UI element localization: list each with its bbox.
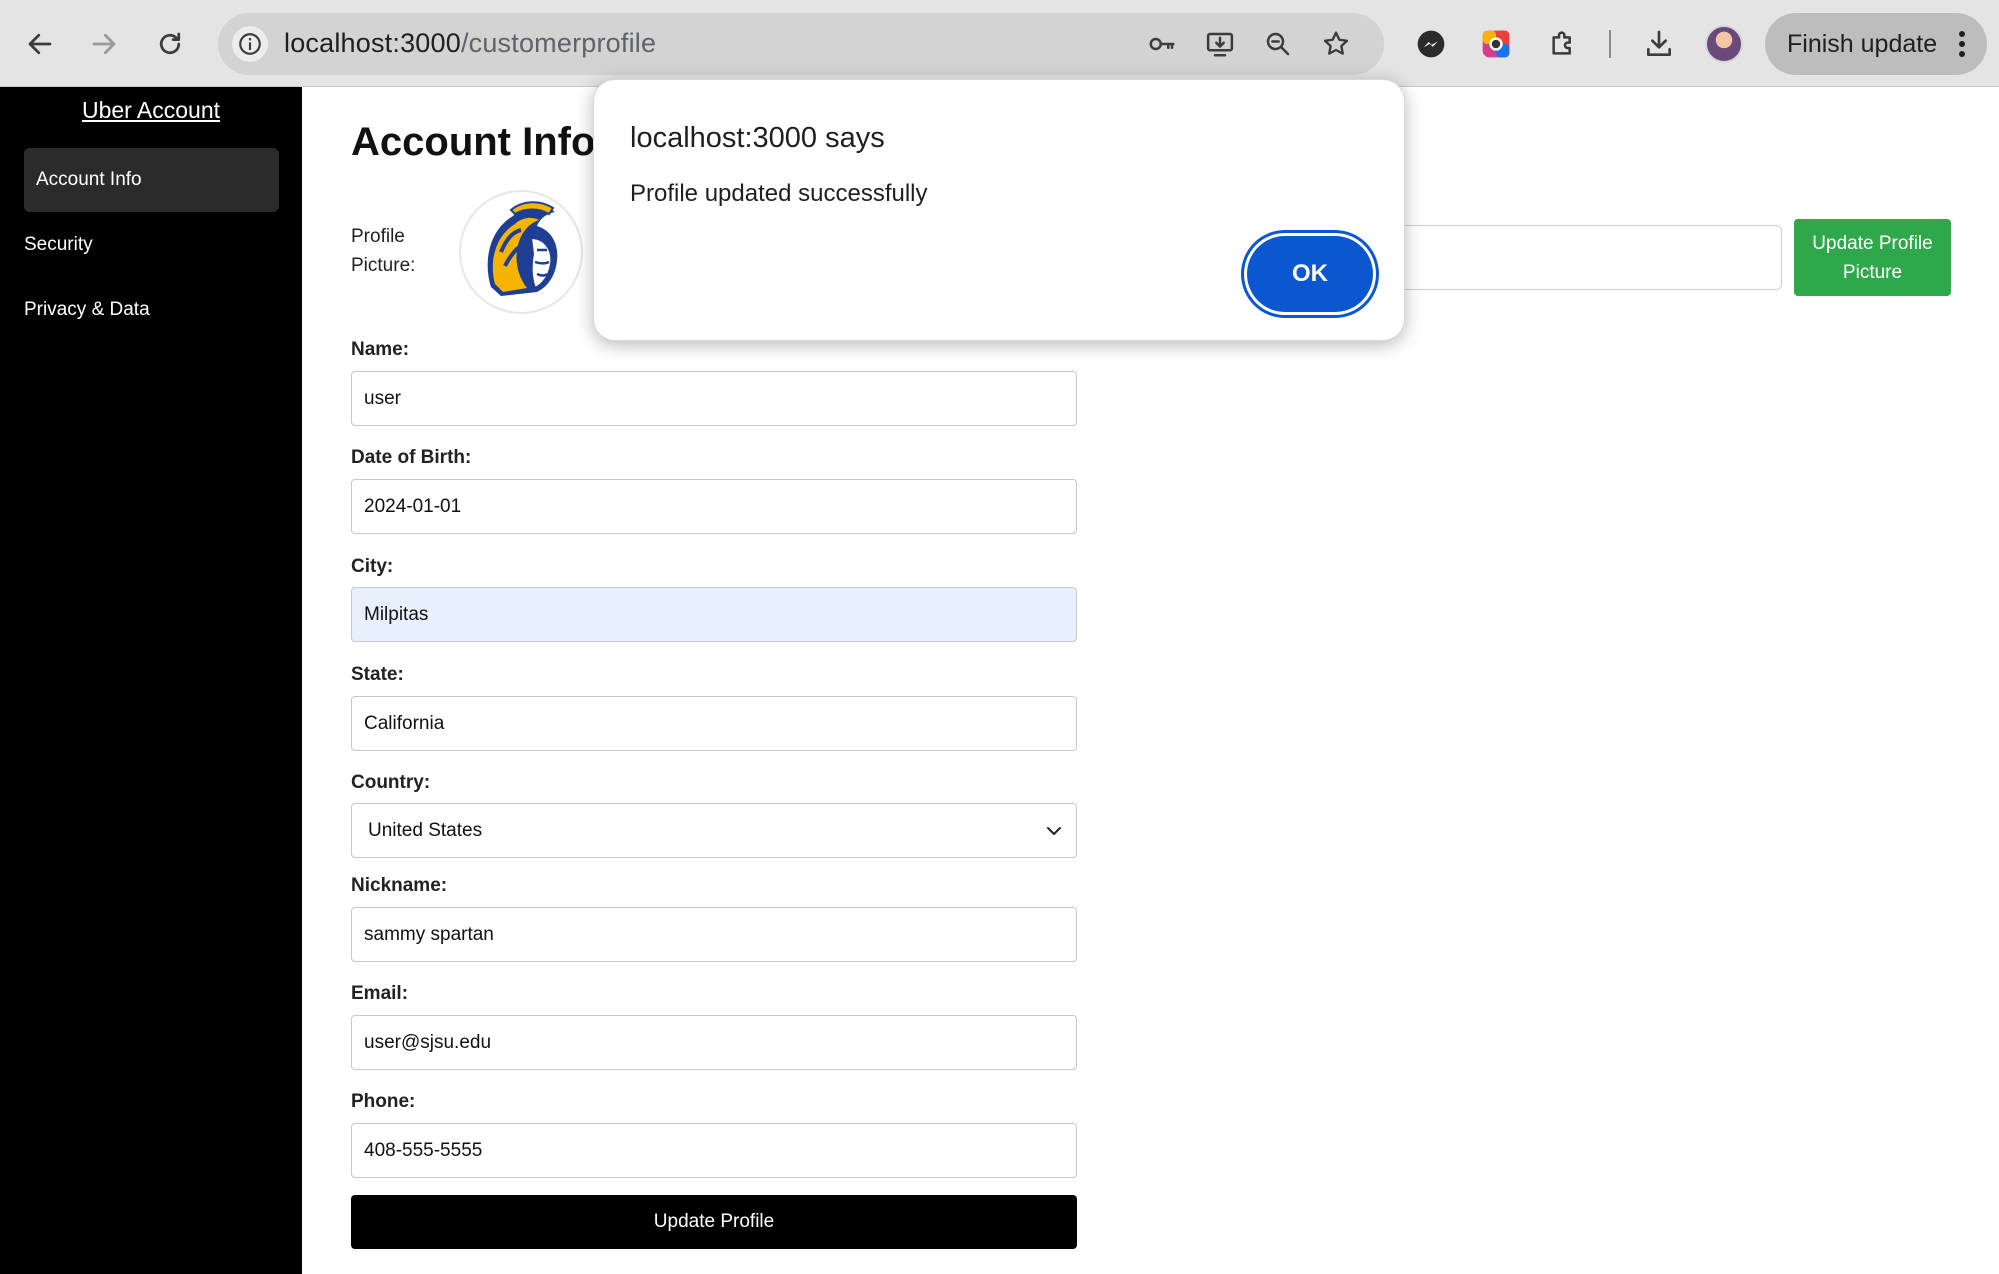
sidebar-item-security[interactable]: Security: [24, 213, 279, 277]
downloads-icon[interactable]: [1640, 25, 1678, 63]
password-key-icon[interactable]: [1146, 28, 1178, 60]
country-label: Country:: [351, 772, 431, 793]
menu-dots-icon[interactable]: [1959, 31, 1965, 57]
city-field[interactable]: Milpitas: [351, 587, 1077, 642]
update-profile-picture-button[interactable]: Update Profile Picture: [1794, 219, 1951, 296]
city-label: City:: [351, 556, 394, 577]
url-text[interactable]: localhost:3000/customerprofile: [284, 28, 656, 59]
site-info-icon[interactable]: [232, 26, 268, 62]
bookmark-star-icon[interactable]: [1320, 28, 1352, 60]
extensions-puzzle-icon[interactable]: [1544, 25, 1582, 63]
address-bar[interactable]: localhost:3000/customerprofile: [218, 13, 1384, 75]
messenger-icon[interactable]: [1412, 25, 1450, 63]
browser-toolbar: localhost:3000/customerprofile Finish up…: [0, 0, 1999, 87]
spartan-logo-icon: [487, 201, 558, 296]
profile-picture-image: [459, 190, 583, 314]
sidebar-brand-link[interactable]: Uber Account: [0, 97, 302, 124]
sidebar-item-account-info[interactable]: Account Info: [24, 148, 279, 212]
forward-button[interactable]: [82, 22, 126, 66]
zoom-icon[interactable]: [1262, 28, 1294, 60]
toolbar-divider: [1609, 30, 1611, 58]
chevron-down-icon: [1047, 827, 1061, 835]
sidebar: Uber Account Account Info Security Priva…: [0, 87, 302, 1274]
email-label: Email:: [351, 983, 409, 1004]
dob-label: Date of Birth:: [351, 447, 472, 468]
nickname-field[interactable]: sammy spartan: [351, 907, 1077, 962]
profile-avatar[interactable]: [1705, 25, 1743, 63]
name-field[interactable]: user: [351, 371, 1077, 426]
reload-icon: [159, 32, 181, 55]
update-profile-button[interactable]: Update Profile: [351, 1195, 1077, 1249]
nickname-label: Nickname:: [351, 875, 448, 896]
profile-picture-label: Profile Picture:: [351, 226, 416, 276]
sidebar-item-privacy-data[interactable]: Privacy & Data: [24, 278, 279, 342]
dialog-title: localhost:3000 says: [630, 122, 885, 154]
color-extension-icon[interactable]: [1477, 25, 1515, 63]
state-label: State:: [351, 664, 404, 685]
install-app-icon[interactable]: [1204, 28, 1236, 60]
country-select-value: United States: [368, 819, 483, 841]
page-title: Account Info: [351, 120, 596, 164]
url-path: /customerprofile: [460, 28, 657, 58]
name-label: Name:: [351, 339, 410, 360]
back-icon: [28, 33, 52, 55]
reload-button[interactable]: [148, 22, 192, 66]
ok-button[interactable]: OK: [1247, 236, 1373, 312]
finish-update-label: Finish update: [1787, 29, 1938, 58]
back-button[interactable]: [18, 22, 62, 66]
alert-dialog: localhost:3000 says Profile updated succ…: [593, 79, 1405, 341]
phone-field[interactable]: 408-555-5555: [351, 1123, 1077, 1178]
finish-update-button[interactable]: Finish update: [1765, 13, 1987, 75]
state-field[interactable]: California: [351, 696, 1077, 751]
dialog-message: Profile updated successfully: [630, 180, 928, 207]
country-select[interactable]: United States: [351, 803, 1077, 858]
phone-label: Phone:: [351, 1091, 416, 1112]
dob-field[interactable]: 2024-01-01: [351, 479, 1077, 534]
url-host: localhost:3000: [284, 28, 461, 58]
forward-icon: [92, 33, 116, 55]
email-field[interactable]: user@sjsu.edu: [351, 1015, 1077, 1070]
